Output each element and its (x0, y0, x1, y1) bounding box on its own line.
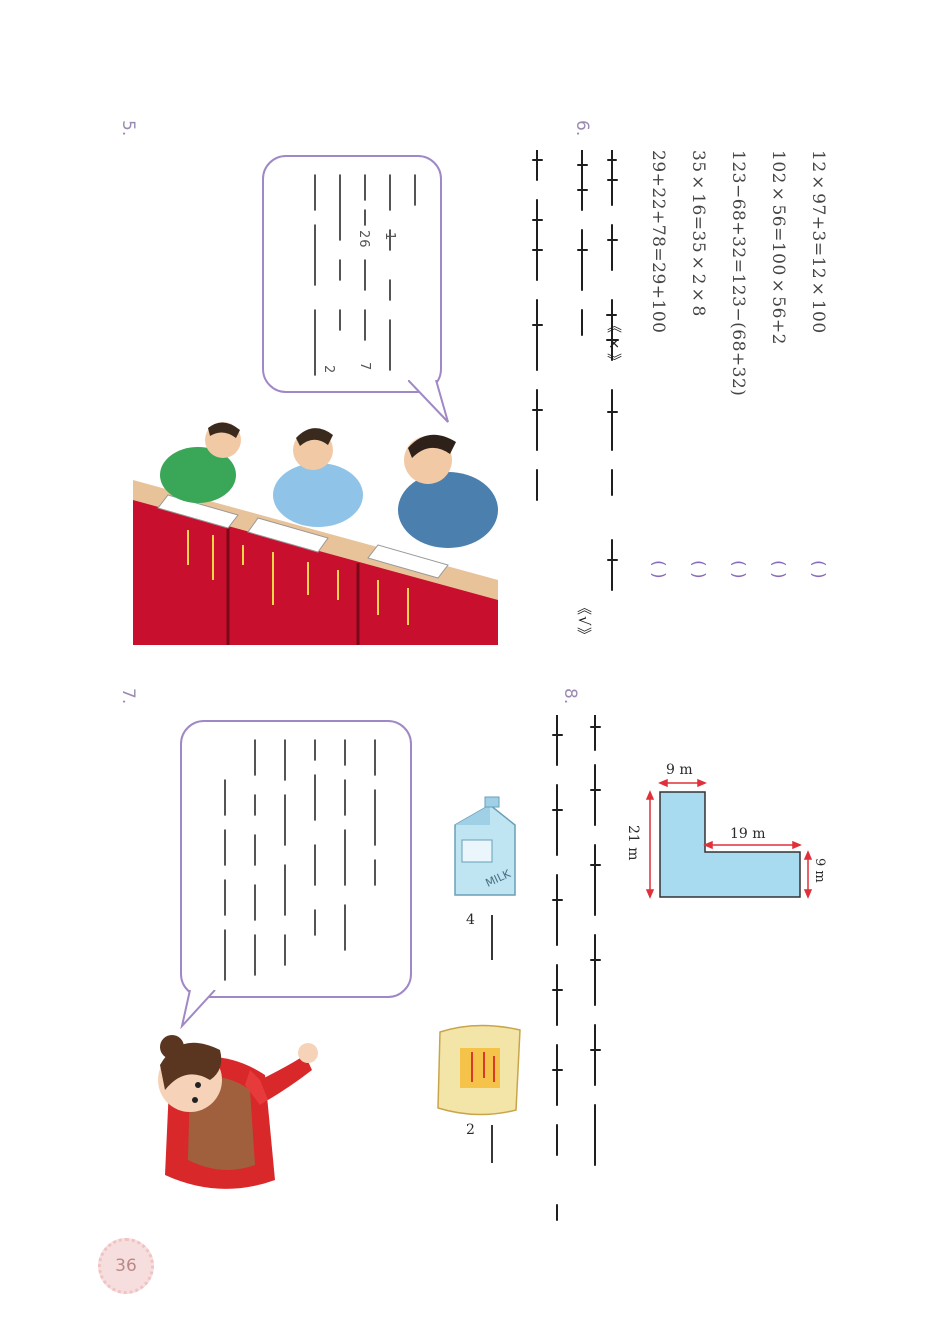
bubble1-script (314, 174, 416, 376)
girl-waving-illustration (158, 1035, 318, 1189)
rice-bag-image (437, 1024, 521, 1116)
question-number-5: 5. (118, 120, 138, 137)
question-number-6: 6. (572, 120, 592, 137)
answer-paren-2[interactable]: ( ) (768, 560, 788, 579)
q8-instruction-script (552, 715, 601, 1221)
bubble1-number-1: 1 (382, 232, 397, 242)
l-shape-figure (645, 778, 813, 899)
bubble1-number-7: 7 (357, 362, 372, 372)
dim-label-inner: 19 m (730, 826, 766, 842)
bag-count: 2 (466, 1122, 475, 1138)
bubble1-number-26: 26 (356, 230, 371, 249)
dim-label-top: 9 m (666, 762, 693, 778)
answer-paren-4[interactable]: ( ) (688, 560, 708, 579)
bubble2-script (224, 739, 376, 981)
question-number-7: 7. (118, 688, 138, 705)
q6-instruction-script (577, 150, 619, 591)
bubble-tail-2 (180, 990, 216, 1030)
bubble1-number-2: 2 (321, 365, 336, 375)
dim-label-right: 9 m (812, 858, 827, 883)
equation-3: 123−68+32=123−(68+32) (728, 150, 748, 397)
question-number-8: 8. (560, 688, 580, 705)
equation-4: 35×16=35×2×8 (688, 150, 708, 317)
page-number: 36 (98, 1238, 154, 1294)
answer-paren-1[interactable]: ( ) (808, 560, 828, 579)
equation-2: 102×56=100×56+2 (768, 150, 788, 345)
answer-paren-5[interactable]: ( ) (648, 560, 668, 579)
q6-mark-wrong: 《×》 (605, 318, 623, 369)
count-unit-scripts (491, 915, 493, 1163)
students-at-desk-illustration (133, 422, 498, 645)
answer-paren-3[interactable]: ( ) (728, 560, 748, 579)
q6-mark-right: 《√》 (575, 600, 593, 643)
milk-carton-image (454, 796, 516, 896)
equation-5: 29+22+78=29+100 (648, 150, 668, 334)
milk-count: 4 (466, 912, 475, 928)
equation-1: 12×97+3=12×100 (808, 150, 828, 334)
q5-question-script (532, 150, 543, 501)
dim-label-left: 21 m (625, 825, 641, 861)
